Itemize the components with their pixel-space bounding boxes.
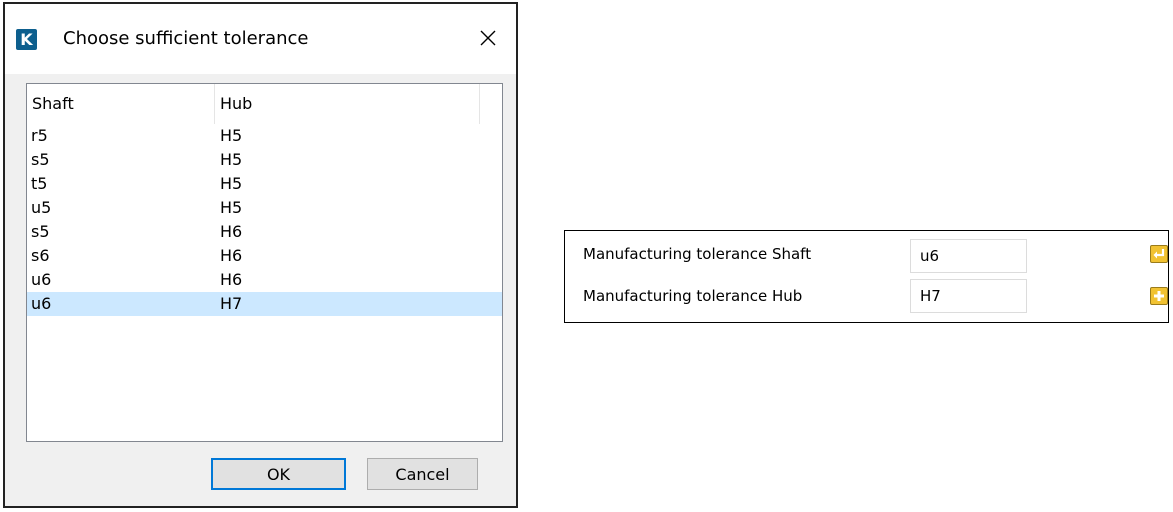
- cell-hub: H5: [220, 126, 243, 145]
- table-row[interactable]: u6 H6: [27, 268, 502, 292]
- cell-shaft: r5: [31, 126, 48, 145]
- tolerance-dialog: K Choose sufficient tolerance Shaft Hub …: [3, 2, 518, 508]
- app-logo-icon: K: [16, 29, 37, 50]
- column-header-shaft[interactable]: Shaft: [27, 84, 215, 124]
- dialog-titlebar: K Choose sufficient tolerance: [5, 4, 516, 74]
- cell-hub: H5: [220, 174, 243, 193]
- table-row[interactable]: u5 H5: [27, 196, 502, 220]
- dialog-title: Choose sufficient tolerance: [63, 28, 309, 49]
- shaft-tolerance-select-button[interactable]: [1150, 245, 1168, 263]
- cell-shaft: u6: [31, 270, 52, 289]
- enter-arrow-icon: [1153, 249, 1165, 259]
- shaft-tolerance-label: Manufacturing tolerance Shaft: [583, 245, 812, 263]
- cell-hub: H5: [220, 198, 243, 217]
- table-row[interactable]: r5 H5: [27, 124, 502, 148]
- header-filler: [480, 84, 502, 124]
- list-rows: r5 H5 s5 H5 t5 H5 u5 H5 s5 H6 s6 H6 u6 H…: [27, 124, 502, 316]
- table-row[interactable]: t5 H5: [27, 172, 502, 196]
- column-header-hub[interactable]: Hub: [215, 84, 480, 124]
- table-row[interactable]: s5 H5: [27, 148, 502, 172]
- cell-shaft: s6: [31, 246, 50, 265]
- cell-hub: H5: [220, 150, 243, 169]
- cell-shaft: s5: [31, 150, 50, 169]
- cell-shaft: u6: [31, 294, 52, 313]
- tolerance-panel: Manufacturing tolerance Shaft u6 Manufac…: [564, 230, 1169, 323]
- table-row[interactable]: s5 H6: [27, 220, 502, 244]
- table-row[interactable]: s6 H6: [27, 244, 502, 268]
- table-row[interactable]: u6 H7: [27, 292, 502, 316]
- close-icon: [480, 30, 496, 46]
- cancel-button[interactable]: Cancel: [367, 458, 478, 490]
- hub-tolerance-add-button[interactable]: [1150, 287, 1168, 305]
- cell-hub: H6: [220, 270, 243, 289]
- cell-shaft: s5: [31, 222, 50, 241]
- ok-button[interactable]: OK: [211, 458, 346, 490]
- plus-icon: [1154, 291, 1164, 301]
- close-button[interactable]: [471, 22, 505, 54]
- hub-tolerance-field[interactable]: H7: [910, 279, 1027, 313]
- cell-shaft: u5: [31, 198, 52, 217]
- shaft-tolerance-field[interactable]: u6: [910, 239, 1027, 273]
- cell-hub: H6: [220, 222, 243, 241]
- cell-hub: H7: [220, 294, 243, 313]
- hub-tolerance-label: Manufacturing tolerance Hub: [583, 287, 803, 305]
- list-header: Shaft Hub: [27, 84, 502, 124]
- cell-hub: H6: [220, 246, 243, 265]
- tolerance-list[interactable]: Shaft Hub r5 H5 s5 H5 t5 H5 u5 H5 s5 H6 …: [26, 83, 503, 442]
- cell-shaft: t5: [31, 174, 48, 193]
